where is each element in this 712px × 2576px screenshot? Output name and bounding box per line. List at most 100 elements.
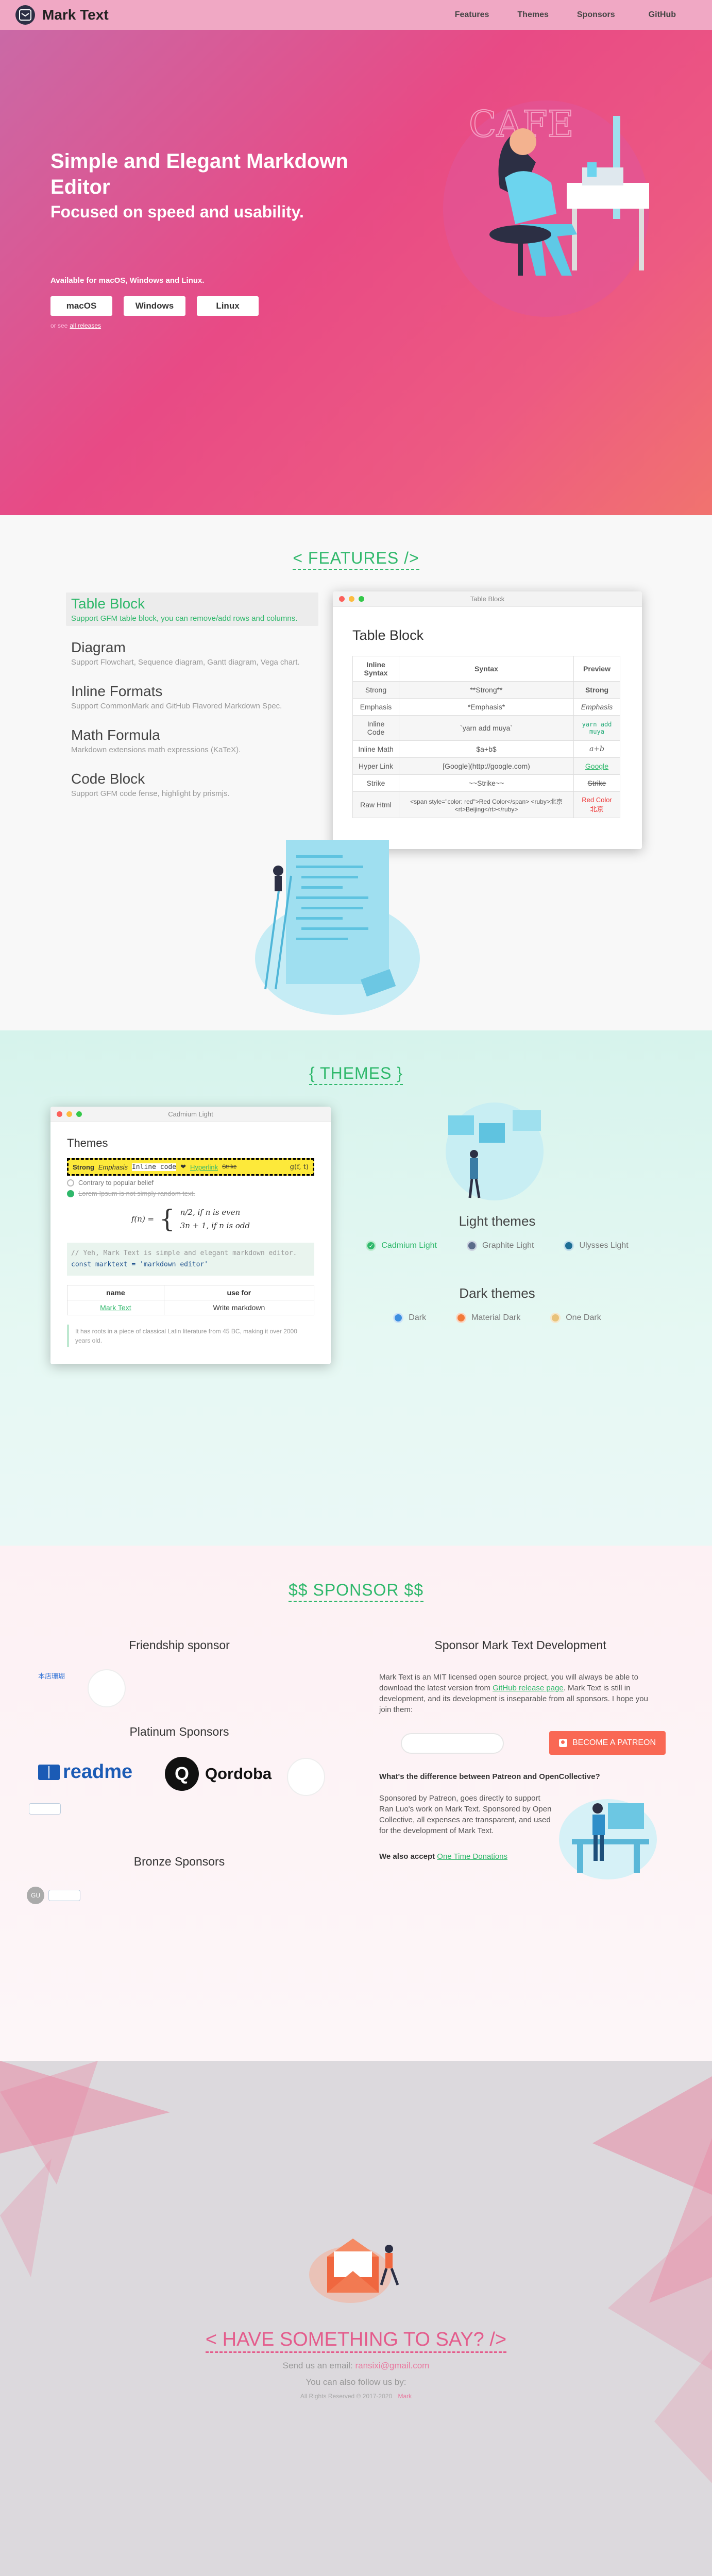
opencollective-button[interactable]	[401, 1733, 504, 1754]
main-nav: Features Themes Sponsors GitHub	[455, 10, 676, 20]
follow-line: You can also follow us by:	[306, 2377, 406, 2387]
features-section: < FEATURES /> Table Block Support GFM ta…	[0, 515, 712, 1030]
table-cell: yarn add muya	[573, 715, 620, 741]
copyright-link[interactable]: Mark	[398, 2393, 412, 2400]
opencollective-badge[interactable]	[48, 1890, 80, 1901]
google-link[interactable]: Google	[573, 757, 620, 775]
theme-dot-icon	[550, 1313, 561, 1323]
math-case: 3n + 1, if n is odd	[180, 1221, 250, 1230]
table-cell: **Strong**	[399, 681, 574, 699]
window-titlebar: Cadmium Light	[50, 1107, 331, 1122]
hyperlink-sample[interactable]: Hyperlink	[190, 1163, 218, 1171]
brand-name: Mark Text	[42, 7, 109, 23]
qordoba-logo[interactable]: Q Qordoba	[165, 1757, 272, 1791]
blockquote: It has roots in a piece of classical Lat…	[67, 1325, 314, 1347]
marktext-link[interactable]: Mark Text	[67, 1300, 164, 1315]
light-theme-options: ✓ Cadmium Light Graphite Light Ulysses Li…	[355, 1241, 639, 1251]
feature-desc: Support Flowchart, Sequence diagram, Gan…	[71, 658, 300, 667]
theme-material-dark[interactable]: Material Dark	[456, 1313, 520, 1323]
feature-code-block[interactable]: Code Block Support GFM code fense, highl…	[66, 768, 318, 801]
top-nav-bar: Mark Text Features Themes Sponsors GitHu…	[0, 0, 712, 30]
book-icon	[38, 1764, 60, 1780]
theme-dark[interactable]: Dark	[393, 1313, 426, 1323]
check-circle-icon: ✓	[366, 1241, 377, 1251]
table-cell: *Emphasis*	[399, 698, 574, 716]
table-cell: $a+b$	[399, 740, 574, 758]
theme-ulysses-light[interactable]: Ulysses Light	[564, 1241, 629, 1251]
copyright-line: All Rights Reserved © 2017-2020 Mark	[0, 2393, 712, 2400]
checked-checkbox-icon[interactable]	[67, 1190, 74, 1197]
github-release-link[interactable]: GitHub release page	[493, 1684, 564, 1692]
download-macos-button[interactable]: macOS	[50, 296, 112, 316]
code-line: const marktext = 'markdown editor'	[71, 1261, 209, 1268]
table-cell: Hyper Link	[352, 757, 399, 775]
features-title: < FEATURES />	[0, 549, 712, 570]
feature-desc: Markdown extensions math expressions (Ka…	[71, 745, 241, 754]
background-triangles	[0, 2061, 712, 2483]
nav-themes[interactable]: Themes	[517, 10, 548, 20]
download-windows-button[interactable]: Windows	[124, 296, 185, 316]
platinum-sponsors-heading: Platinum Sponsors	[129, 1725, 229, 1738]
nav-sponsors[interactable]: Sponsors	[577, 10, 615, 20]
table-row: Strike ~~Strike~~ Strike	[352, 774, 620, 792]
math-formula-block: f(n) = { n/2, if n is even 3n + 1, if n …	[67, 1206, 314, 1232]
table-cell: a+b	[573, 740, 620, 758]
math-brace: {	[159, 1205, 175, 1233]
emphasis-sample: Emphasis	[98, 1163, 128, 1171]
math-cases: n/2, if n is even 3n + 1, if n is odd	[180, 1206, 250, 1232]
patreon-icon	[558, 1739, 567, 1747]
feature-title: Code Block	[71, 771, 145, 787]
all-releases-link[interactable]: all releases	[70, 322, 101, 329]
bronze-avatar[interactable]: GU	[27, 1887, 44, 1904]
feature-math-formula[interactable]: Math Formula Markdown extensions math ex…	[66, 724, 318, 757]
availability-text: Available for macOS, Windows and Linux.	[50, 276, 205, 285]
code-block: // Yeh, Mark Text is simple and elegant …	[67, 1243, 314, 1276]
dark-themes-group: Dark themes Dark Material Dark One Dark	[355, 1285, 639, 1323]
themes-title: { THEMES }	[0, 1064, 712, 1085]
table-header: Preview	[573, 656, 620, 682]
feature-table-block[interactable]: Table Block Support GFM table block, you…	[66, 592, 318, 626]
preview-table: name use for Mark Text Write markdown	[67, 1285, 315, 1315]
features-title-text: < FEATURES />	[293, 549, 419, 570]
feature-title: Diagram	[71, 639, 126, 655]
theme-graphite-light[interactable]: Graphite Light	[466, 1241, 534, 1251]
theme-preview-document: Themes Strong Emphasis Inline code ❤ Hyp…	[50, 1122, 331, 1362]
theme-label: Material Dark	[471, 1313, 521, 1322]
table-row: Mark Text Write markdown	[67, 1300, 315, 1315]
nav-features[interactable]: Features	[455, 10, 489, 20]
table-header: use for	[163, 1285, 315, 1300]
become-patreon-button[interactable]: BECOME A PATREON	[549, 1731, 666, 1755]
contact-heading-text: < HAVE SOMETHING TO SAY? />	[205, 2329, 507, 2353]
friendship-sponsor-heading: Friendship sponsor	[129, 1638, 230, 1652]
table-cell: `yarn add muya`	[399, 715, 574, 741]
theme-one-dark[interactable]: One Dark	[550, 1313, 601, 1323]
table-cell: Inline Math	[352, 740, 399, 758]
download-buttons: macOS Windows Linux	[50, 296, 259, 316]
qordoba-wordmark: Qordoba	[205, 1765, 272, 1783]
task-item[interactable]: Lorem Ipsum is not simply random text.	[67, 1190, 314, 1197]
task-item[interactable]: Contrary to popular belief	[67, 1179, 314, 1187]
theme-label: One Dark	[566, 1313, 601, 1322]
one-time-donations-link[interactable]: One Time Donations	[437, 1852, 507, 1861]
brand-logo[interactable]: Mark Text	[15, 5, 109, 25]
theme-dot-icon	[456, 1313, 467, 1323]
feature-inline-formats[interactable]: Inline Formats Support CommonMark and Gi…	[66, 680, 318, 714]
checkbox-icon[interactable]	[67, 1179, 74, 1187]
nav-github[interactable]: GitHub	[649, 10, 676, 20]
hero-section: Simple and Elegant Markdown Editor Focus…	[0, 0, 712, 515]
sponsor-desk-illustration	[559, 1799, 657, 1879]
sponsor-title: $$ SPONSOR $$	[0, 1581, 712, 1602]
copyright-text: All Rights Reserved © 2017-2020	[300, 2393, 393, 2400]
task-label: Contrary to popular belief	[78, 1179, 154, 1187]
feature-diagram[interactable]: Diagram Support Flowchart, Sequence diag…	[66, 636, 318, 670]
friendship-sponsor-logo[interactable]: 本店珊瑚	[38, 1672, 74, 1681]
opencollective-badge[interactable]	[29, 1803, 61, 1815]
readme-logo[interactable]: readme	[38, 1761, 132, 1783]
download-linux-button[interactable]: Linux	[197, 296, 259, 316]
theme-cadmium-light[interactable]: ✓ Cadmium Light	[366, 1241, 437, 1251]
table-row: Inline Math $a+b$ a+b	[352, 740, 620, 758]
table-header: Inline Syntax	[352, 656, 399, 682]
table-cell: Strong	[352, 681, 399, 699]
contact-email-link[interactable]: ransixi@gmail.com	[355, 2361, 429, 2370]
light-themes-group: Light themes ✓ Cadmium Light Graphite Lig…	[355, 1213, 639, 1251]
